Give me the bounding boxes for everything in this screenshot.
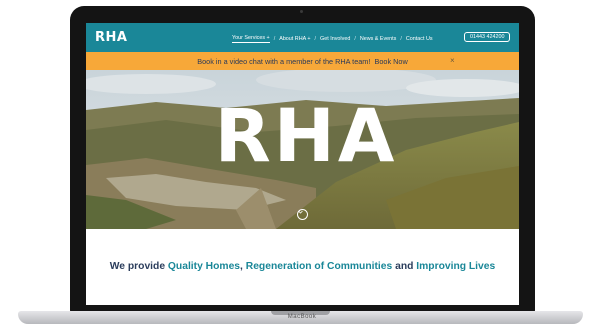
nav-separator: / — [400, 36, 402, 42]
nav-news-events[interactable]: News & Events — [360, 36, 397, 42]
hero-logo-title: RHA — [214, 94, 398, 179]
laptop-screen: RHA Your Services + / About RHA + / Get … — [86, 23, 519, 305]
book-now-link[interactable]: Book Now — [374, 57, 407, 66]
hero-section: RHA — [86, 70, 519, 229]
site-logo[interactable]: RHA — [95, 30, 127, 45]
tagline-highlight: Regeneration of Communities — [245, 261, 393, 272]
nav-contact-us[interactable]: Contact Us — [406, 36, 433, 42]
tagline: We provide Quality Homes, Regeneration o… — [86, 259, 519, 274]
laptop-brand-label: MacBook — [287, 314, 317, 320]
scroll-down-button[interactable] — [297, 209, 308, 220]
tagline-part: and — [392, 261, 417, 272]
close-icon[interactable]: × — [450, 56, 455, 65]
nav-about-rha[interactable]: About RHA + — [279, 36, 310, 42]
nav-get-involved[interactable]: Get Involved — [320, 36, 350, 42]
main-nav: Your Services + / About RHA + / Get Invo… — [232, 35, 433, 43]
nav-separator: / — [354, 36, 356, 42]
tagline-highlight: Quality Homes — [167, 261, 241, 272]
site-header: RHA Your Services + / About RHA + / Get … — [86, 23, 519, 52]
camera-icon — [300, 10, 303, 13]
chevron-down-icon — [298, 210, 303, 214]
announcement-banner: Book in a video chat with a member of th… — [86, 52, 519, 70]
nav-separator: / — [273, 36, 276, 42]
nav-separator: / — [314, 36, 317, 42]
tagline-part: We provide — [109, 261, 168, 272]
phone-button[interactable]: 01443 424200 — [464, 32, 511, 42]
nav-your-services[interactable]: Your Services + — [232, 35, 270, 43]
tagline-highlight: Improving Lives — [416, 261, 496, 272]
banner-message: Book in a video chat with a member of th… — [197, 57, 371, 66]
